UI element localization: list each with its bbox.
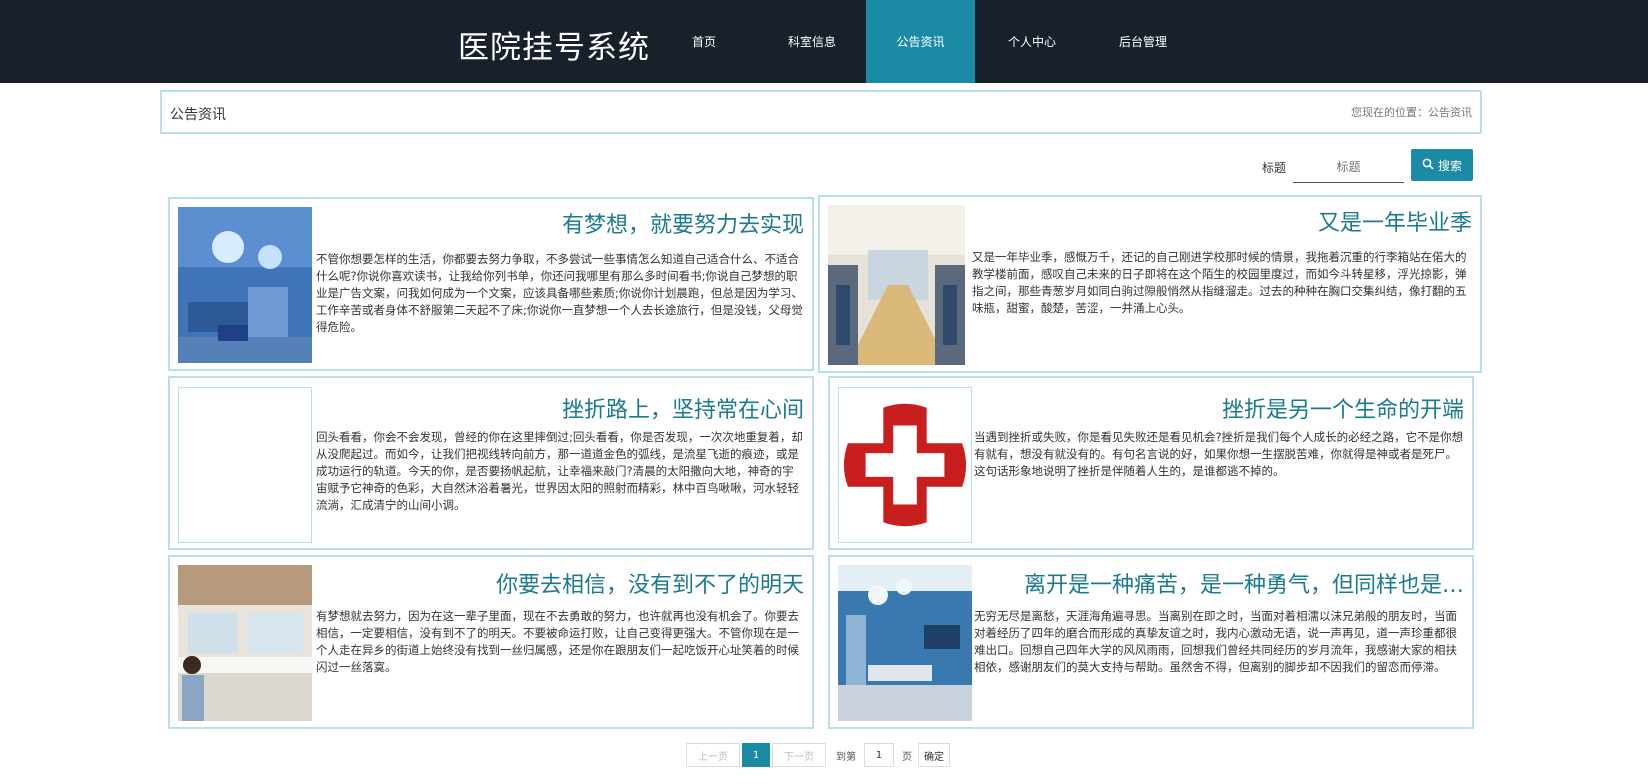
top-navbar: 医院挂号系统 首页 科室信息 公告资讯 个人中心 后台管理 bbox=[0, 0, 1648, 83]
article-card[interactable]: 又是一年毕业季 又是一年毕业季，感慨万千，还记的自己刚进学校那时候的情景，我拖着… bbox=[818, 195, 1482, 373]
page-number-current[interactable]: 1 bbox=[742, 743, 770, 767]
breadcrumb-location: 您现在的位置：公告资讯 bbox=[1351, 106, 1472, 119]
article-title[interactable]: 离开是一种痛苦，是一种勇气，但同样也是… bbox=[1024, 567, 1464, 599]
nav-announcements[interactable]: 公告资讯 bbox=[866, 0, 975, 83]
article-excerpt: 无穷无尽是离愁，天涯海角遍寻思。当离别在即之时，当面对着相濡以沫兄弟般的朋友时，… bbox=[974, 609, 1457, 674]
search-input[interactable] bbox=[1293, 151, 1404, 183]
search-icon bbox=[1422, 158, 1434, 173]
search-button[interactable]: 搜索 bbox=[1411, 149, 1473, 181]
main-nav: 首页 科室信息 公告资讯 个人中心 后台管理 bbox=[650, 0, 1197, 83]
article-card[interactable]: 离开是一种痛苦，是一种勇气，但同样也是… 无穷无尽是离愁，天涯海角遍寻思。当离别… bbox=[828, 555, 1474, 729]
next-page-button[interactable]: 下一页 bbox=[772, 743, 826, 767]
search-label: 标题 bbox=[1262, 161, 1287, 175]
breadcrumb-bar: 公告资讯 您现在的位置：公告资讯 bbox=[160, 90, 1482, 134]
page-unit-label: 页 bbox=[902, 751, 912, 763]
goto-label: 到第 bbox=[836, 751, 856, 763]
article-excerpt: 当遇到挫折或失败，你是看见失败还是看见机会?挫折是我们每个人成长的必经之路，它不… bbox=[974, 430, 1464, 478]
blank-image bbox=[178, 387, 312, 543]
page-title: 公告资讯 bbox=[170, 107, 226, 123]
reception-desk-image bbox=[178, 565, 312, 721]
article-card[interactable]: 挫折路上，坚持常在心间 回头看看，你会不会发现，曾经的你在这里摔倒过;回头看看，… bbox=[168, 376, 814, 550]
article-title[interactable]: 挫折是另一个生命的开端 bbox=[1222, 392, 1464, 424]
article-title[interactable]: 挫折路上，坚持常在心间 bbox=[562, 392, 804, 424]
hospital-ward-image bbox=[828, 205, 965, 365]
article-title[interactable]: 又是一年毕业季 bbox=[1318, 205, 1472, 237]
nav-home[interactable]: 首页 bbox=[650, 0, 758, 83]
search-button-label: 搜索 bbox=[1437, 158, 1462, 173]
article-card[interactable]: 挫折是另一个生命的开端 当遇到挫折或失败，你是看见失败还是看见机会?挫折是我们每… bbox=[828, 376, 1474, 550]
nav-admin[interactable]: 后台管理 bbox=[1089, 0, 1197, 83]
article-excerpt: 又是一年毕业季，感慨万千，还记的自己刚进学校那时候的情景，我拖着沉重的行李箱站在… bbox=[972, 250, 1467, 315]
operating-room-image bbox=[178, 207, 312, 363]
article-card[interactable]: 有梦想，就要努力去实现 不管你想要怎样的生活，你都要去努力争取，不多尝试一些事情… bbox=[168, 197, 814, 371]
goto-confirm-button[interactable]: 确定 bbox=[918, 743, 950, 767]
article-excerpt: 有梦想就去努力，因为在这一辈子里面，现在不去勇敢的努力，也许就再也没有机会了。你… bbox=[316, 609, 799, 674]
red-cross-image bbox=[838, 387, 972, 543]
article-excerpt: 不管你想要怎样的生活，你都要去努力争取，不多尝试一些事情怎么知道自己适合什么、不… bbox=[316, 252, 803, 334]
article-card[interactable]: 你要去相信，没有到不了的明天 有梦想就去努力，因为在这一辈子里面，现在不去勇敢的… bbox=[168, 555, 814, 729]
pagination: 上一页 1 下一页 到第 1 页 确定 bbox=[686, 743, 950, 767]
surgery-room-image bbox=[838, 565, 972, 721]
article-excerpt: 回头看看，你会不会发现，曾经的你在这里摔倒过;回头看看，你是否发现，一次次地重复… bbox=[316, 430, 803, 512]
article-title[interactable]: 你要去相信，没有到不了的明天 bbox=[496, 567, 804, 599]
article-title[interactable]: 有梦想，就要努力去实现 bbox=[562, 207, 804, 239]
nav-personal-center[interactable]: 个人中心 bbox=[975, 0, 1089, 83]
goto-page-input[interactable]: 1 bbox=[864, 743, 894, 767]
site-brand[interactable]: 医院挂号系统 bbox=[458, 22, 650, 67]
prev-page-button[interactable]: 上一页 bbox=[686, 743, 740, 767]
nav-departments[interactable]: 科室信息 bbox=[758, 0, 866, 83]
